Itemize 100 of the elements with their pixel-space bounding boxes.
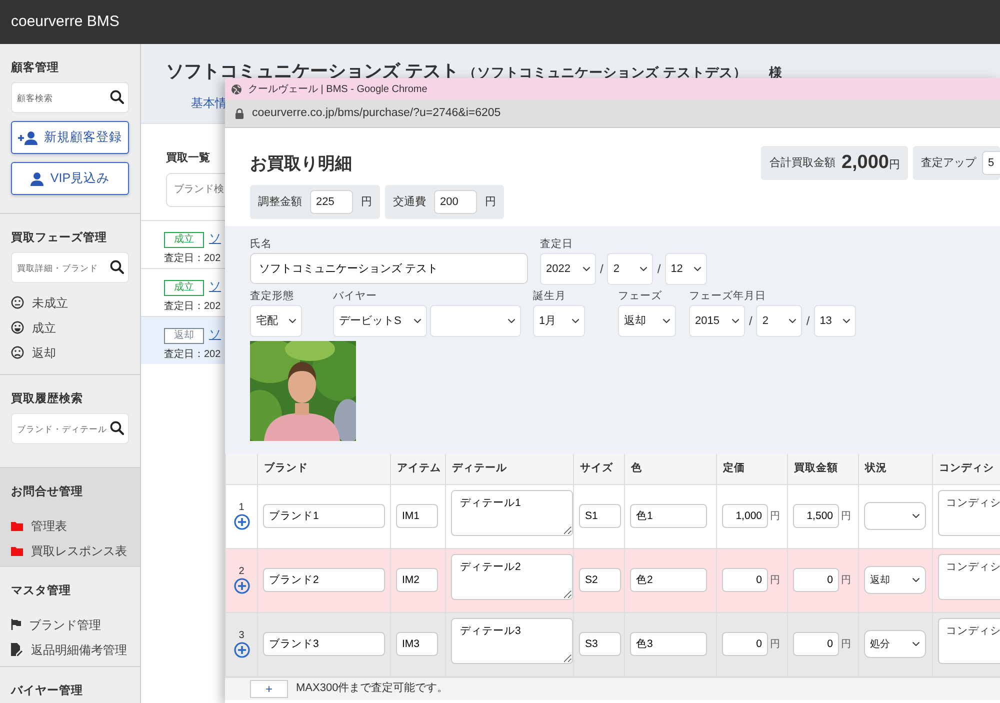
add-row-button[interactable]: +	[250, 680, 288, 698]
field-label: フェーズ年月日	[689, 290, 766, 303]
add-circle-icon[interactable]	[234, 578, 250, 594]
color-field[interactable]: 色3	[630, 632, 707, 656]
dropdown[interactable]: 12	[664, 253, 707, 285]
section-heading: バイヤー管理	[11, 684, 83, 699]
search-icon[interactable]	[110, 90, 124, 104]
sidebar-link[interactable]: 未成立	[32, 294, 68, 312]
price-field[interactable]: 1,000	[722, 504, 768, 528]
brand-field[interactable]: ブランド3	[263, 632, 385, 656]
date-separator: /	[748, 313, 754, 330]
unit-label: 円	[841, 639, 851, 650]
sidebar-link[interactable]: 返品明細備考管理	[31, 640, 127, 658]
item-field[interactable]: IM1	[396, 504, 438, 528]
field-label: 調整金額	[258, 194, 302, 210]
search-icon[interactable]	[110, 260, 124, 274]
color-field[interactable]: 色2	[630, 568, 707, 592]
condition-field[interactable]: コンディシ	[938, 490, 1000, 536]
sidebar-button[interactable]: VIP見込み	[11, 162, 129, 195]
column-header: 色	[624, 454, 716, 484]
status-tag: 成立	[164, 280, 204, 296]
detail-field[interactable]: ディテール2	[451, 554, 573, 600]
row-number: 3	[238, 630, 246, 641]
sidebar-link[interactable]: 管理表	[31, 516, 67, 534]
customer-link[interactable]: ソ	[209, 230, 221, 244]
search-field[interactable]: 顧客検索	[11, 82, 129, 113]
add-circle-icon[interactable]	[234, 514, 250, 530]
column-header: コンディシ	[932, 454, 1000, 484]
limit-note: MAX300件まで査定可能です。	[296, 680, 448, 696]
sidebar-link[interactable]: 返却	[32, 344, 56, 362]
status-tag: 成立	[164, 232, 204, 248]
unit-label: 円	[770, 575, 780, 586]
sidebar-link[interactable]: ブランド管理	[29, 616, 101, 634]
frowning-face-icon	[11, 346, 24, 359]
dropdown[interactable]: 2	[756, 305, 802, 337]
customer-link[interactable]: ソ	[209, 278, 221, 292]
field-label: 査定形態	[250, 290, 294, 303]
globe-icon	[231, 84, 242, 94]
customer-link[interactable]: ソ	[209, 326, 221, 340]
column-header: ディテール	[446, 454, 574, 484]
item-field[interactable]: IM2	[396, 568, 438, 592]
person-icon	[30, 172, 44, 186]
input-field[interactable]: 200	[434, 190, 477, 214]
input-field[interactable]: 225	[310, 190, 353, 214]
detail-field[interactable]: ディテール1	[451, 490, 573, 536]
dropdown[interactable]: 1月	[533, 305, 585, 337]
status-tag: 返却	[164, 328, 204, 344]
dropdown[interactable]: 2022	[540, 253, 596, 285]
brand-field[interactable]: ブランド2	[263, 568, 385, 592]
price-field[interactable]: 1,500	[793, 504, 839, 528]
assessment-date: 査定日：202	[164, 348, 221, 362]
person-plus-icon	[18, 130, 38, 144]
size-field[interactable]: S3	[579, 632, 621, 656]
document-edit-icon	[11, 643, 23, 656]
field-label: 氏名	[250, 238, 272, 251]
section-heading: お問合せ管理	[11, 484, 83, 500]
sidebar-link[interactable]: 買取レスポンス表	[31, 542, 127, 560]
neutral-face-icon	[11, 296, 24, 309]
section-heading: 顧客管理	[11, 60, 59, 76]
section-heading: マスタ管理	[11, 584, 71, 599]
color-field[interactable]: 色1	[630, 504, 707, 528]
column-header: 買取金額	[788, 454, 858, 484]
input-field[interactable]: 5	[982, 151, 1000, 175]
dropdown[interactable]: 宅配	[250, 305, 302, 337]
dropdown[interactable]: 返却	[618, 305, 676, 337]
window-title: クールヴェール | BMS - Google Chrome	[248, 82, 428, 96]
search-icon[interactable]	[110, 421, 124, 435]
dropdown[interactable]: 13	[814, 305, 856, 337]
lock-icon	[235, 108, 244, 119]
condition-field[interactable]: コンディシ	[938, 618, 1000, 664]
add-circle-icon[interactable]	[234, 642, 250, 658]
dropdown[interactable]: デービットS	[333, 305, 427, 337]
size-field[interactable]: S1	[579, 504, 621, 528]
sidebar-link[interactable]: 成立	[32, 318, 56, 336]
search-field[interactable]: ブランド・ディテール	[11, 413, 129, 444]
page-heading: お買取り明細	[250, 153, 352, 175]
sidebar-button[interactable]: 新規顧客登録	[11, 121, 129, 154]
item-field[interactable]: IM3	[396, 632, 438, 656]
size-field[interactable]: S2	[579, 568, 621, 592]
brand-field[interactable]: ブランド1	[263, 504, 385, 528]
field-label: 査定日	[540, 238, 573, 251]
price-field[interactable]: 0	[722, 568, 768, 592]
price-field[interactable]: 0	[793, 568, 839, 592]
folder-icon	[11, 520, 23, 530]
total-amount: 2,000円	[841, 150, 900, 175]
unit-label: 円	[770, 511, 780, 522]
price-field[interactable]: 0	[793, 632, 839, 656]
dropdown[interactable]: 2	[607, 253, 654, 285]
detail-field[interactable]: ディテール3	[451, 618, 573, 664]
grinning-face-icon	[11, 321, 24, 334]
status-dropdown[interactable]: 返却	[864, 566, 926, 594]
honorific: 様	[768, 65, 782, 80]
condition-field[interactable]: コンディシ	[938, 554, 1000, 600]
folder-icon	[11, 546, 23, 556]
search-field[interactable]: 買取詳細・ブランド	[11, 252, 129, 283]
status-dropdown[interactable]: 処分	[864, 630, 926, 658]
app-title: coeurverre BMS	[11, 12, 120, 32]
text-field[interactable]: ソフトコミュニケーションズ テスト	[250, 253, 528, 284]
dropdown[interactable]: 2015	[689, 305, 745, 337]
price-field[interactable]: 0	[722, 632, 768, 656]
